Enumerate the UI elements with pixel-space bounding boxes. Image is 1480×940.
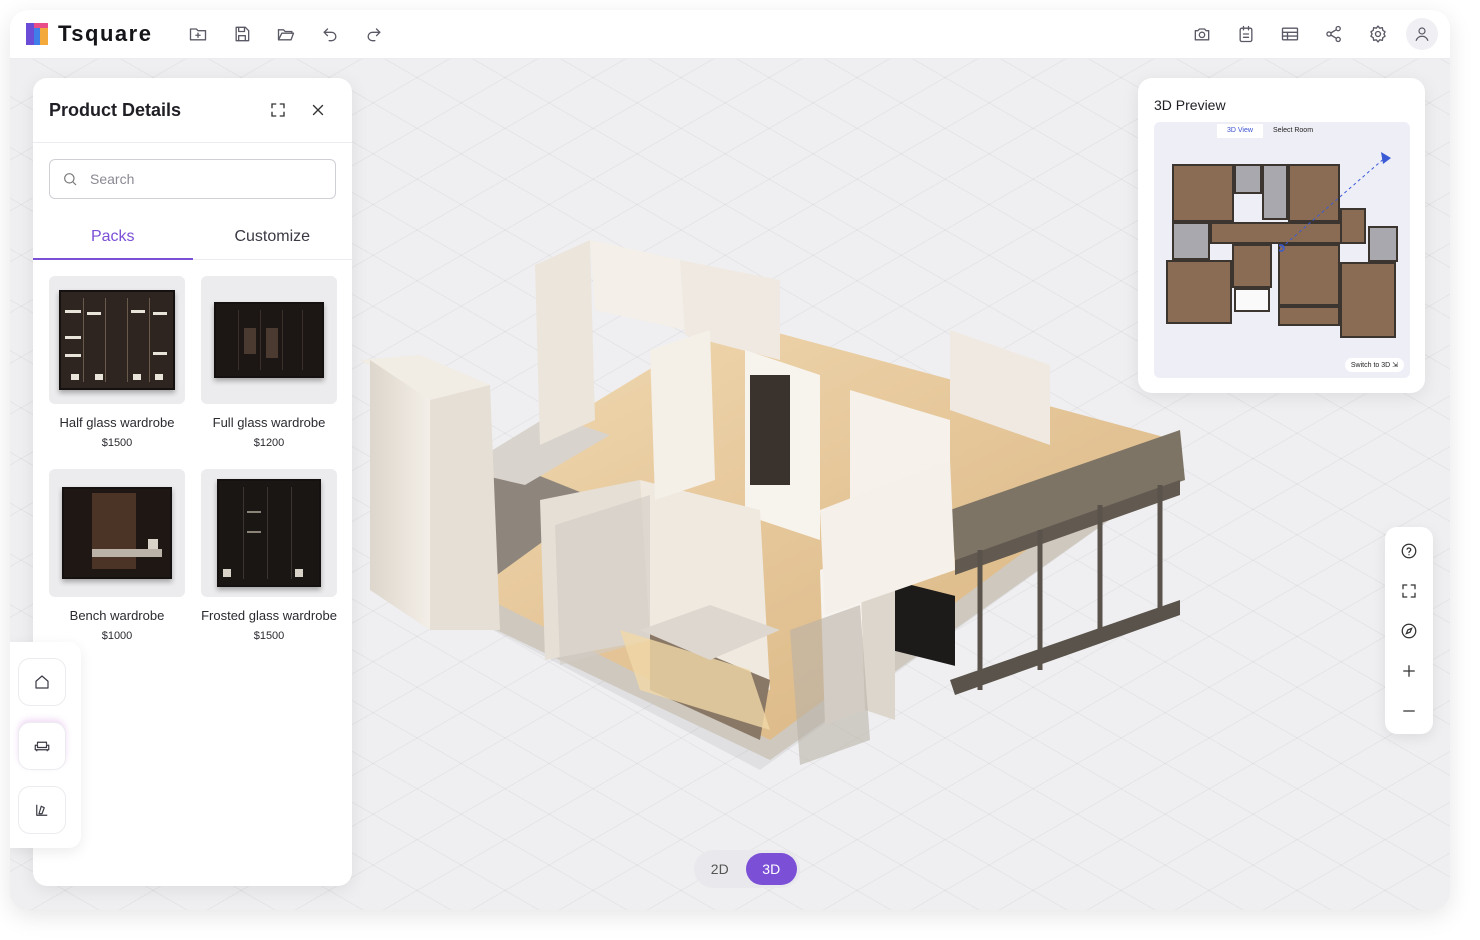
search-input[interactable] xyxy=(88,170,312,188)
product-thumbnail xyxy=(201,276,337,404)
notes-button[interactable] xyxy=(1224,12,1268,56)
tab-3d-view[interactable]: 3D View xyxy=(1217,124,1263,138)
app-window: Tsquare Product Details Search Packs Cus… xyxy=(10,10,1450,910)
table-button[interactable] xyxy=(1268,12,1312,56)
sofa-icon xyxy=(34,741,50,752)
tab-select-room[interactable]: Select Room xyxy=(1263,124,1323,138)
clipboard-icon xyxy=(1239,25,1253,43)
preview-title: 3D Preview xyxy=(1154,97,1226,113)
camera-icon xyxy=(1194,28,1210,41)
brand-logo-icon xyxy=(26,23,48,45)
product-name: Half glass wardrobe xyxy=(59,415,175,430)
furniture-button[interactable] xyxy=(18,722,66,770)
floorplan-3d-model[interactable] xyxy=(350,210,1200,810)
redo-button[interactable] xyxy=(352,12,396,56)
zoom-in-button[interactable] xyxy=(1385,651,1433,691)
preview-tabs: 3D View Select Room xyxy=(1217,124,1323,138)
minimap-room[interactable] xyxy=(1278,306,1340,326)
user-icon xyxy=(1415,27,1429,41)
undo-icon xyxy=(323,28,337,42)
tab-packs[interactable]: Packs xyxy=(33,215,193,260)
help-button[interactable] xyxy=(1385,531,1433,571)
product-card-full-glass[interactable]: Full glass wardrobe $1200 xyxy=(201,276,337,449)
minimap-room[interactable] xyxy=(1232,244,1272,288)
minimap-room[interactable] xyxy=(1234,288,1270,312)
undo-button[interactable] xyxy=(308,12,352,56)
panel-tabs: Packs Customize xyxy=(33,215,352,260)
side-rail xyxy=(10,642,81,848)
zoom-out-button[interactable] xyxy=(1385,691,1433,731)
help-icon xyxy=(1401,543,1417,559)
zoom-out-icon xyxy=(1403,710,1415,712)
switch-to-3d-button[interactable]: Switch to 3D ⇲ xyxy=(1344,358,1404,372)
expand-icon xyxy=(271,103,285,117)
new-file-button[interactable] xyxy=(176,12,220,56)
product-price: $1200 xyxy=(253,437,285,449)
table-icon xyxy=(1281,27,1299,41)
panel-title: Product Details xyxy=(49,99,182,120)
compass-button[interactable] xyxy=(1385,611,1433,651)
home-button[interactable] xyxy=(18,658,66,706)
switch-to-3d-label: Switch to 3D xyxy=(1350,362,1391,369)
home-icon xyxy=(35,675,49,689)
minimap-room[interactable] xyxy=(1340,262,1396,338)
brand[interactable]: Tsquare xyxy=(26,21,152,47)
product-name: Frosted glass wardrobe xyxy=(201,608,337,623)
product-name: Bench wardrobe xyxy=(69,608,165,623)
redo-icon xyxy=(367,28,381,42)
minimap-room[interactable] xyxy=(1166,260,1232,324)
fullscreen-button[interactable] xyxy=(1385,571,1433,611)
fullscreen-icon xyxy=(1402,584,1416,598)
product-thumbnail xyxy=(49,469,185,597)
minimap-room[interactable] xyxy=(1234,164,1262,194)
minimap-room[interactable] xyxy=(1172,164,1234,222)
expand-panel-button[interactable] xyxy=(260,92,296,128)
brand-name: Tsquare xyxy=(58,21,153,46)
compass-icon xyxy=(1401,623,1417,639)
panel-header: Product Details xyxy=(33,78,352,143)
user-avatar[interactable] xyxy=(1406,18,1438,50)
settings-icon xyxy=(1370,25,1386,43)
search-icon xyxy=(64,173,77,186)
view-tools xyxy=(1385,527,1433,734)
product-card-bench[interactable]: Bench wardrobe $1000 xyxy=(49,469,185,642)
product-card-half-glass[interactable]: Half glass wardrobe $1500 xyxy=(49,276,185,449)
paint-icon xyxy=(36,804,48,816)
tab-customize[interactable]: Customize xyxy=(193,215,353,259)
floorplan-minimap[interactable]: 3D View Select Room Switch to 3D ⇲ xyxy=(1154,122,1410,378)
view-mode-toggle: 2D 3D xyxy=(694,850,800,888)
new-file-icon xyxy=(190,28,207,41)
product-thumbnail xyxy=(49,276,185,404)
view-2d-button[interactable]: 2D xyxy=(694,853,746,885)
top-toolbar: Tsquare xyxy=(10,10,1450,59)
product-price: $1500 xyxy=(101,437,133,449)
camera-direction-icon xyxy=(1279,152,1391,252)
search-box[interactable] xyxy=(49,159,336,199)
close-panel-button[interactable] xyxy=(300,92,336,128)
close-icon xyxy=(312,104,324,116)
open-folder-icon xyxy=(278,29,295,41)
product-thumbnail xyxy=(201,469,337,597)
materials-button[interactable] xyxy=(18,786,66,834)
screenshot-button[interactable] xyxy=(1180,12,1224,56)
share-icon xyxy=(1326,25,1341,43)
view-3d-button[interactable]: 3D xyxy=(745,853,797,885)
product-price: $1500 xyxy=(253,630,285,642)
save-icon xyxy=(235,26,250,42)
product-card-frosted-glass[interactable]: Frosted glass wardrobe $1500 xyxy=(201,469,337,642)
product-name: Full glass wardrobe xyxy=(212,415,326,430)
save-button[interactable] xyxy=(220,12,264,56)
product-grid: Half glass wardrobe $1500 Full glass war… xyxy=(33,260,352,642)
3d-preview-card: 3D Preview 3D View Select Room Switch to… xyxy=(1138,78,1425,393)
zoom-in-icon xyxy=(1403,665,1415,677)
share-button[interactable] xyxy=(1312,12,1356,56)
product-price: $1000 xyxy=(101,630,133,642)
open-folder-button[interactable] xyxy=(264,12,308,56)
minimap-room[interactable] xyxy=(1172,222,1210,260)
settings-button[interactable] xyxy=(1356,12,1400,56)
